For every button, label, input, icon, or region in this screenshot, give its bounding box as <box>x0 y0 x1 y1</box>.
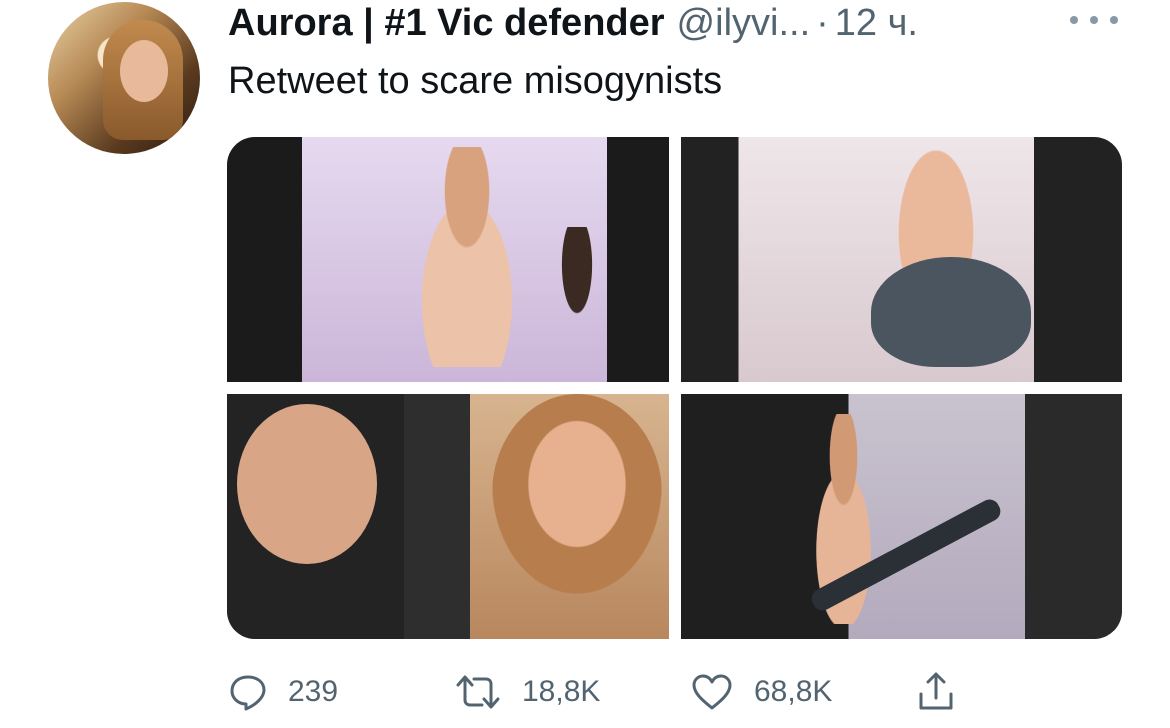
media-photo-3[interactable] <box>227 394 669 639</box>
retweet-count: 18,8K <box>522 675 601 708</box>
retweet-button[interactable]: 18,8K <box>454 664 600 720</box>
more-dot <box>1070 16 1078 24</box>
reply-icon <box>230 675 266 711</box>
like-icon <box>692 674 732 710</box>
share-icon <box>919 672 953 710</box>
share-button[interactable] <box>916 664 956 720</box>
media-photo-2[interactable] <box>680 137 1122 382</box>
tweet-actions: 239 18,8K 68,8K <box>228 664 988 720</box>
tweet-header: Aurora | #1 Vic defender @ilyvi... · 12 … <box>228 0 918 46</box>
media-photo-4[interactable] <box>680 394 1122 639</box>
tweet-timestamp[interactable]: 12 ч. <box>835 2 918 45</box>
author-avatar[interactable] <box>48 2 200 154</box>
reply-button[interactable]: 239 <box>228 664 338 720</box>
more-dot <box>1090 16 1098 24</box>
more-icon[interactable] <box>1070 8 1118 32</box>
retweet-icon <box>456 675 500 709</box>
tweet-text: Retweet to scare misogynists <box>228 60 723 102</box>
media-grid <box>227 137 1122 639</box>
author-handle[interactable]: @ilyvi... <box>677 2 811 45</box>
avatar-face <box>120 40 168 102</box>
separator-dot: · <box>816 1 829 44</box>
more-dot <box>1110 16 1118 24</box>
author-name[interactable]: Aurora | #1 Vic defender <box>228 2 665 45</box>
reply-count: 239 <box>288 675 339 708</box>
like-count: 68,8K <box>754 675 833 708</box>
like-button[interactable]: 68,8K <box>690 664 832 720</box>
media-photo-1[interactable] <box>227 137 669 382</box>
